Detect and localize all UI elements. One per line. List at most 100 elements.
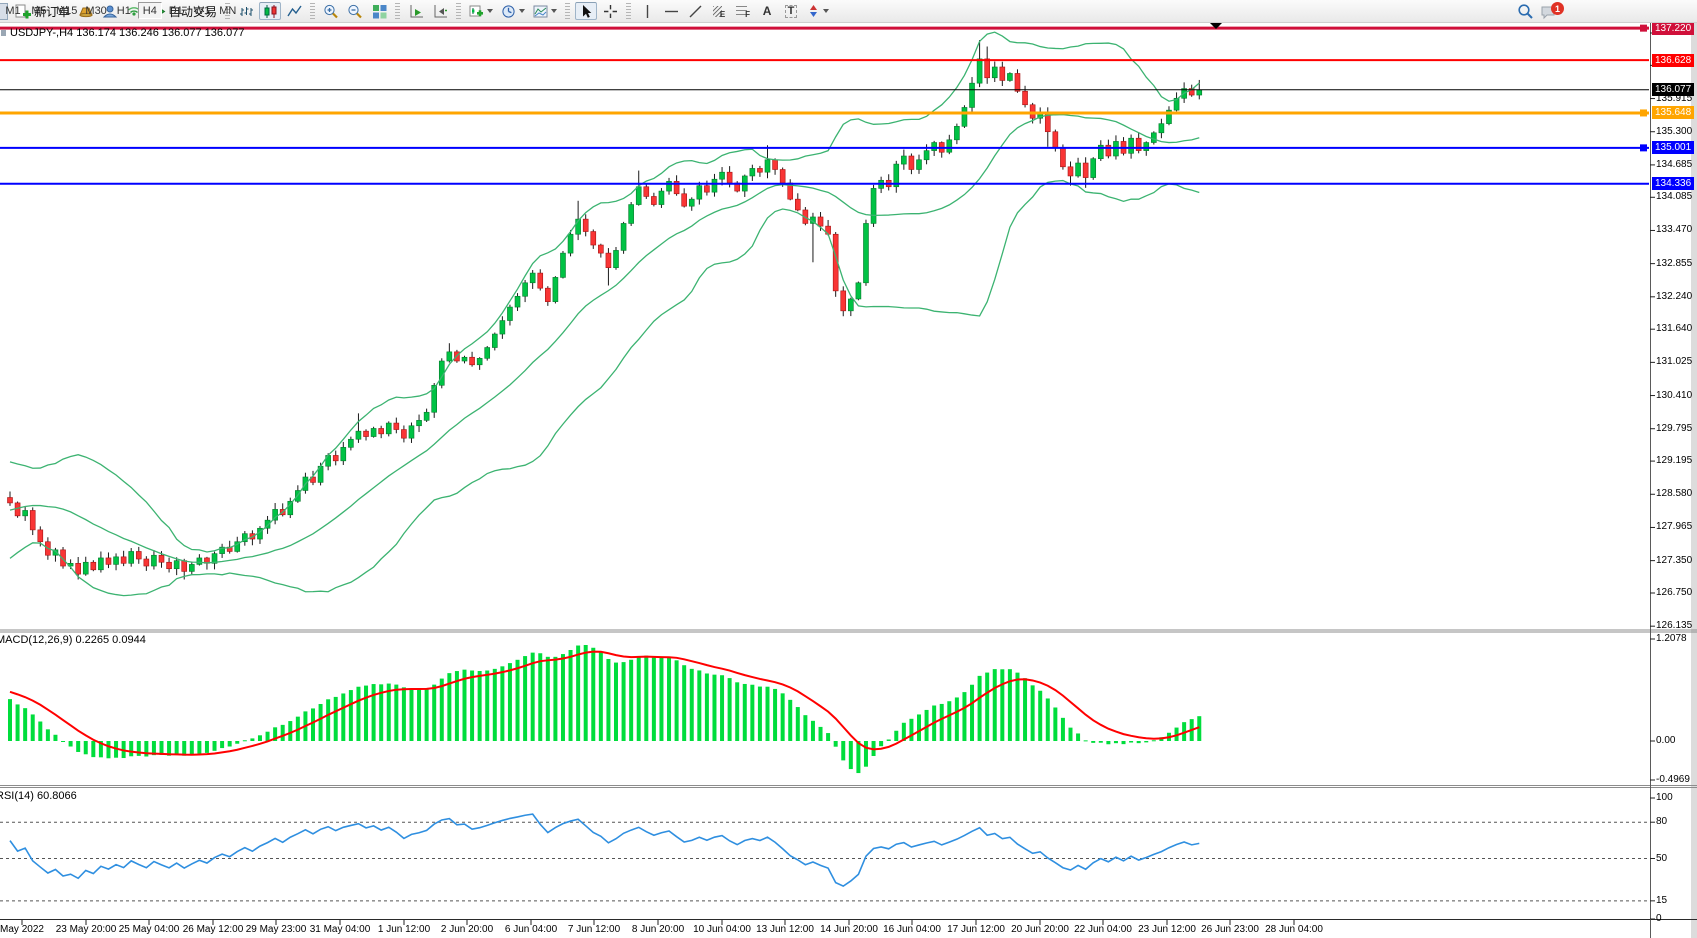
text-tool[interactable]: A bbox=[756, 2, 778, 20]
price-level-label-134.336: 134.336 bbox=[1652, 177, 1694, 190]
macd-bar bbox=[637, 656, 641, 741]
new-chart-dropdown[interactable] bbox=[466, 2, 496, 20]
zoom-out-button[interactable] bbox=[344, 2, 366, 20]
candle bbox=[197, 558, 202, 564]
elliott-glyph: E bbox=[720, 10, 725, 19]
candle bbox=[129, 551, 134, 563]
macd-bar bbox=[190, 741, 194, 755]
macd-bar bbox=[61, 741, 65, 742]
price-tick-label: 129.795 bbox=[1656, 423, 1692, 435]
macd-bar bbox=[819, 727, 823, 741]
hline-handle bbox=[1640, 144, 1647, 151]
macd-tick-label: 1.2078 bbox=[1656, 633, 1687, 645]
line-chart-mode-button[interactable] bbox=[283, 2, 305, 20]
timeframe-button-h1[interactable]: H1 bbox=[112, 2, 136, 19]
templates-dropdown[interactable] bbox=[530, 2, 560, 20]
price-level-label-136.628: 136.628 bbox=[1652, 54, 1694, 67]
arrows-icon bbox=[807, 4, 820, 19]
main-toolbar: 新订单 自动交易 bbox=[0, 0, 1697, 23]
candle bbox=[841, 291, 846, 311]
macd-bar bbox=[53, 735, 57, 741]
macd-bar bbox=[629, 660, 633, 741]
macd-bar bbox=[1023, 678, 1027, 741]
candle bbox=[689, 199, 694, 206]
timeframe-button-m15[interactable]: M15 bbox=[53, 2, 80, 19]
line-chart-icon bbox=[287, 4, 302, 19]
macd-bar bbox=[417, 689, 421, 741]
macd-bar bbox=[978, 676, 982, 741]
timeframe-button-d1[interactable]: D1 bbox=[164, 2, 188, 19]
cursor-tool-button[interactable] bbox=[575, 2, 597, 20]
macd-bar bbox=[538, 653, 542, 741]
timeframe-toolbar: M1M5M15M30H1H4D1W1MN bbox=[0, 2, 241, 19]
macd-bar bbox=[266, 732, 270, 741]
fibonacci-tool[interactable]: F bbox=[732, 2, 754, 20]
rsi-tick-label: 0 bbox=[1656, 913, 1662, 925]
price-level-label-135.001: 135.001 bbox=[1652, 141, 1694, 154]
candle bbox=[1106, 145, 1111, 156]
auto-scroll-button[interactable] bbox=[405, 2, 427, 20]
price-chart-canvas[interactable] bbox=[0, 0, 1697, 938]
price-tick-label: 132.855 bbox=[1656, 258, 1692, 270]
zoom-in-button[interactable] bbox=[320, 2, 342, 20]
trendline-tool[interactable] bbox=[684, 2, 706, 20]
arrows-dropdown[interactable] bbox=[804, 2, 832, 20]
macd-bar bbox=[614, 663, 618, 741]
horizontal-line-tool[interactable] bbox=[660, 2, 682, 20]
price-tick-label: 134.085 bbox=[1656, 191, 1692, 203]
chevron-down-icon bbox=[823, 9, 829, 13]
macd-bar bbox=[849, 741, 853, 769]
timeframe-button-w1[interactable]: W1 bbox=[190, 2, 214, 19]
rsi-indicator-label: RSI(14) 60.8066 bbox=[0, 790, 77, 802]
macd-bar bbox=[758, 687, 762, 741]
candle bbox=[500, 321, 505, 334]
time-axis-label: 8 Jun 20:00 bbox=[632, 924, 684, 935]
rsi-tick-label: 100 bbox=[1656, 792, 1673, 804]
candle bbox=[515, 296, 520, 307]
candle bbox=[182, 561, 187, 572]
macd-bar bbox=[1053, 707, 1057, 741]
macd-bar bbox=[175, 741, 179, 755]
macd-bar bbox=[516, 660, 520, 741]
candle bbox=[106, 558, 111, 564]
candle bbox=[136, 551, 141, 559]
timeframe-button-h4[interactable]: H4 bbox=[138, 2, 162, 19]
candle bbox=[470, 357, 475, 365]
candlestick-mode-button[interactable] bbox=[259, 2, 281, 20]
candle bbox=[1159, 124, 1164, 133]
timeframe-button-m5[interactable]: M5 bbox=[27, 2, 51, 19]
macd-bar bbox=[326, 699, 330, 741]
macd-bar bbox=[591, 648, 595, 741]
candle bbox=[151, 555, 156, 566]
search-button[interactable] bbox=[1514, 2, 1537, 20]
tile-windows-button[interactable] bbox=[368, 2, 390, 20]
price-tick-label: 127.965 bbox=[1656, 521, 1692, 533]
vertical-line-tool[interactable] bbox=[636, 2, 658, 20]
price-tick-label: 131.640 bbox=[1656, 323, 1692, 335]
macd-bar bbox=[659, 658, 663, 741]
timeframe-button-m30[interactable]: M30 bbox=[82, 2, 109, 19]
crosshair-tool-button[interactable] bbox=[599, 2, 621, 20]
periods-dropdown[interactable] bbox=[498, 2, 528, 20]
candle bbox=[1076, 163, 1081, 176]
time-axis-label: 26 Jun 23:00 bbox=[1201, 924, 1259, 935]
candle bbox=[1015, 73, 1020, 91]
macd-bar bbox=[652, 658, 656, 741]
chart-shift-button[interactable] bbox=[429, 2, 451, 20]
notifications-button[interactable]: 1 bbox=[1539, 1, 1565, 21]
candle bbox=[538, 273, 543, 288]
elliott-wave-tool[interactable]: E bbox=[708, 2, 730, 20]
macd-bar bbox=[985, 673, 989, 741]
candle bbox=[507, 307, 512, 320]
candle bbox=[598, 245, 603, 253]
macd-bar bbox=[470, 671, 474, 741]
macd-bar bbox=[667, 658, 671, 741]
macd-bar bbox=[319, 704, 323, 741]
label-tool[interactable]: T bbox=[780, 2, 802, 20]
macd-bar bbox=[463, 670, 467, 741]
timeframe-button-m1[interactable]: M1 bbox=[1, 2, 25, 19]
timeframe-button-mn[interactable]: MN bbox=[216, 2, 240, 19]
macd-bar bbox=[766, 687, 770, 741]
candle bbox=[682, 194, 687, 206]
macd-bar bbox=[523, 656, 527, 741]
